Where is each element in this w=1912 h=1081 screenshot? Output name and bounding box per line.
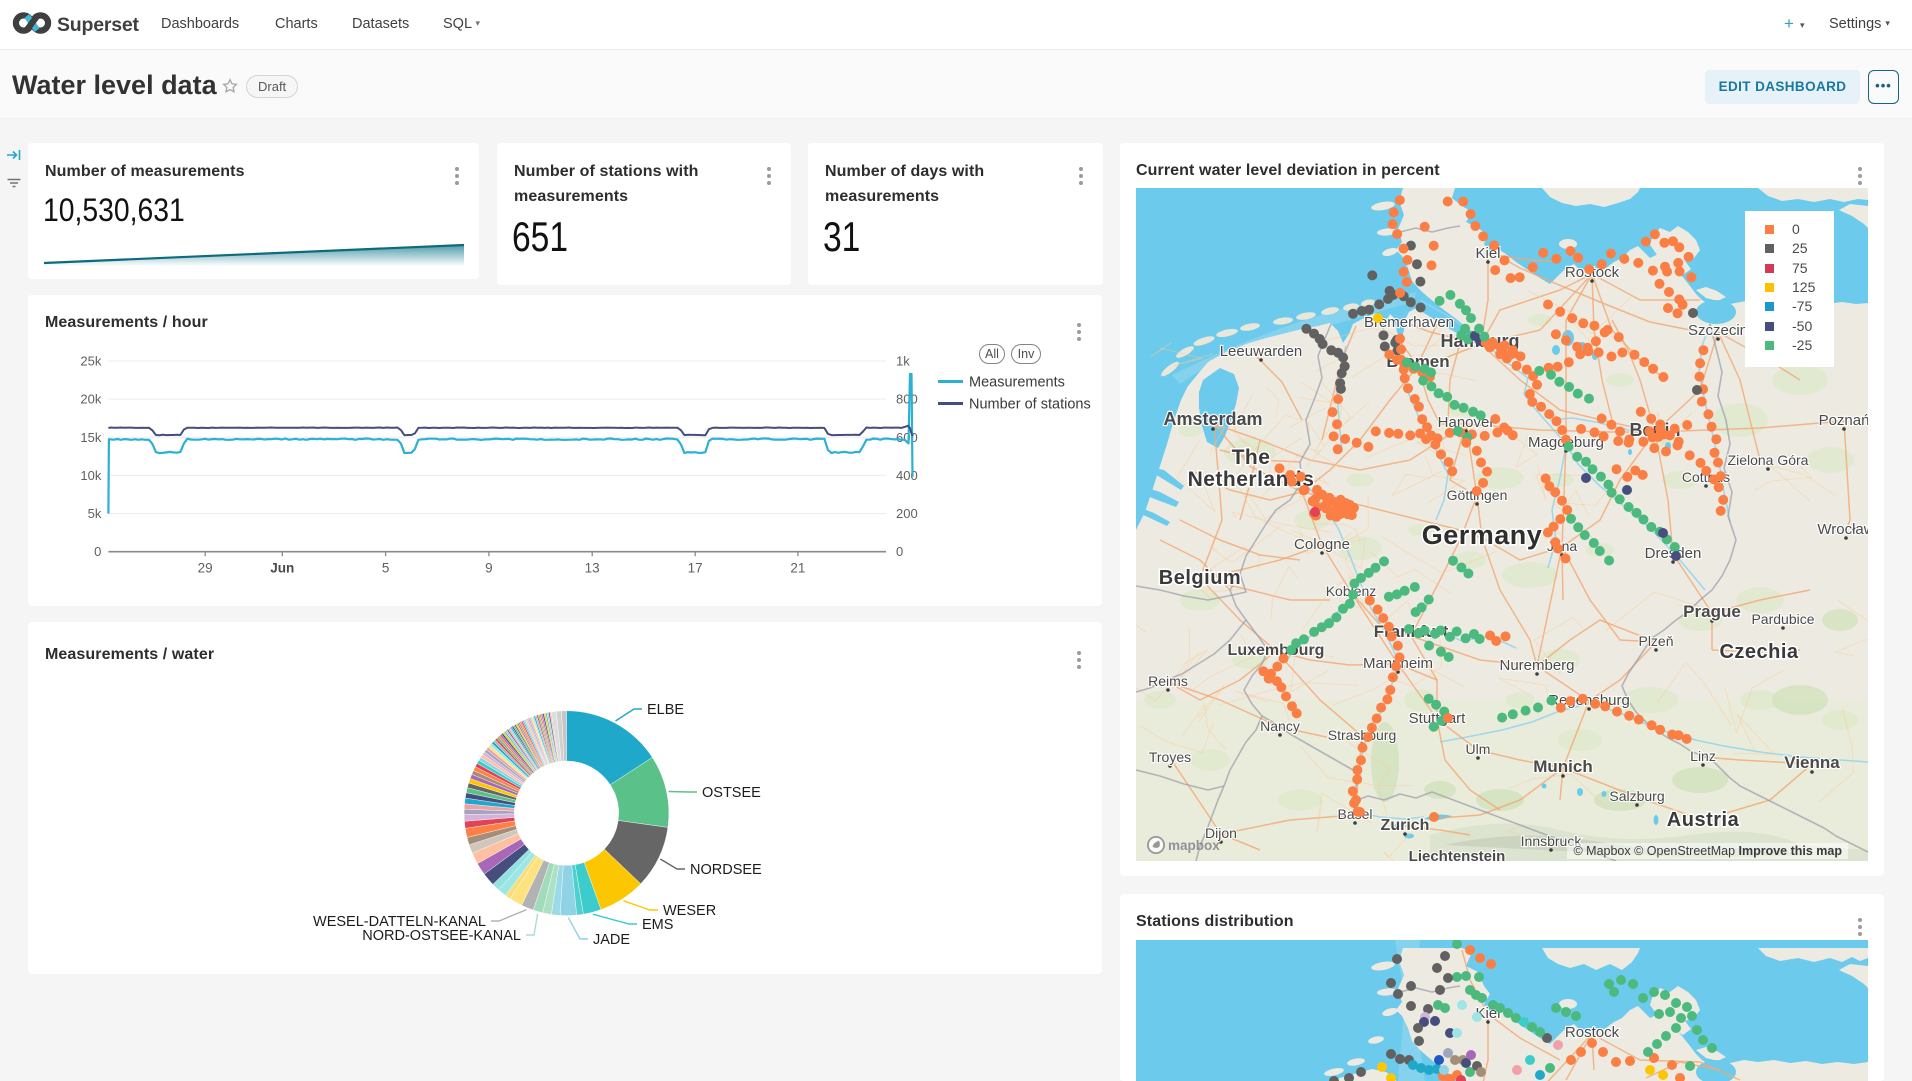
- svg-text:15k: 15k: [80, 430, 101, 445]
- svg-text:400: 400: [896, 468, 918, 483]
- svg-text:5: 5: [382, 561, 390, 576]
- svg-text:17: 17: [688, 561, 703, 576]
- svg-text:NORDSEE: NORDSEE: [690, 862, 762, 878]
- svg-text:EMS: EMS: [642, 917, 673, 933]
- svg-text:Zurich: Zurich: [1381, 817, 1430, 834]
- svg-text:21: 21: [790, 561, 805, 576]
- svg-text:Austria: Austria: [1667, 809, 1740, 831]
- svg-text:9: 9: [485, 561, 493, 576]
- svg-text:Leeuwarden: Leeuwarden: [1220, 343, 1303, 360]
- svg-text:200: 200: [896, 506, 918, 521]
- svg-text:13: 13: [585, 561, 600, 576]
- svg-text:Cologne: Cologne: [1294, 536, 1350, 553]
- svg-text:10k: 10k: [80, 468, 101, 483]
- svg-text:0: 0: [94, 544, 101, 559]
- svg-text:20k: 20k: [80, 392, 101, 407]
- svg-text:Reims: Reims: [1148, 673, 1188, 689]
- svg-text:Strasbourg: Strasbourg: [1328, 727, 1396, 743]
- svg-text:NORD-OSTSEE-KANAL: NORD-OSTSEE-KANAL: [362, 928, 521, 944]
- svg-text:0: 0: [896, 544, 903, 559]
- svg-text:Belgium: Belgium: [1159, 567, 1241, 589]
- svg-text:Czechia: Czechia: [1719, 641, 1798, 663]
- svg-text:Amsterdam: Amsterdam: [1163, 409, 1262, 429]
- svg-text:The: The: [1232, 446, 1271, 469]
- svg-text:25k: 25k: [80, 354, 101, 369]
- svg-text:Plzeň: Plzeň: [1638, 633, 1673, 649]
- svg-text:Hanover: Hanover: [1438, 414, 1495, 431]
- svg-text:29: 29: [198, 561, 213, 576]
- svg-text:5k: 5k: [88, 506, 102, 521]
- svg-text:Troyes: Troyes: [1149, 749, 1191, 765]
- svg-text:1k: 1k: [896, 354, 910, 369]
- svg-text:Number of stations: Number of stations: [969, 397, 1091, 413]
- svg-text:Vienna: Vienna: [1784, 753, 1840, 772]
- svg-text:800: 800: [896, 392, 918, 407]
- svg-text:Munich: Munich: [1533, 757, 1593, 776]
- svg-text:Zielona Góra: Zielona Góra: [1728, 452, 1809, 468]
- svg-text:Liechtenstein: Liechtenstein: [1409, 848, 1506, 861]
- svg-text:OSTSEE: OSTSEE: [702, 785, 761, 801]
- svg-text:Luxembourg: Luxembourg: [1228, 642, 1325, 659]
- svg-text:Germany: Germany: [1422, 520, 1543, 550]
- svg-text:Linz: Linz: [1690, 748, 1716, 764]
- svg-text:WESEL-DATTELN-KANAL: WESEL-DATTELN-KANAL: [313, 914, 486, 930]
- svg-text:Ulm: Ulm: [1466, 741, 1491, 757]
- svg-text:Prague: Prague: [1683, 602, 1741, 621]
- svg-text:Pardubice: Pardubice: [1751, 611, 1814, 627]
- svg-text:JADE: JADE: [593, 932, 630, 948]
- svg-text:mapbox: mapbox: [1168, 838, 1220, 853]
- svg-text:Salzburg: Salzburg: [1609, 788, 1664, 804]
- svg-text:Nancy: Nancy: [1260, 718, 1300, 734]
- svg-text:Measurements: Measurements: [969, 375, 1065, 391]
- svg-text:Wrocław: Wrocław: [1817, 521, 1868, 538]
- svg-text:Nuremberg: Nuremberg: [1499, 657, 1574, 674]
- svg-text:Poznań: Poznań: [1819, 412, 1868, 429]
- svg-text:ELBE: ELBE: [647, 702, 684, 718]
- svg-text:Jun: Jun: [270, 561, 294, 576]
- svg-text:Szczecin: Szczecin: [1688, 322, 1748, 339]
